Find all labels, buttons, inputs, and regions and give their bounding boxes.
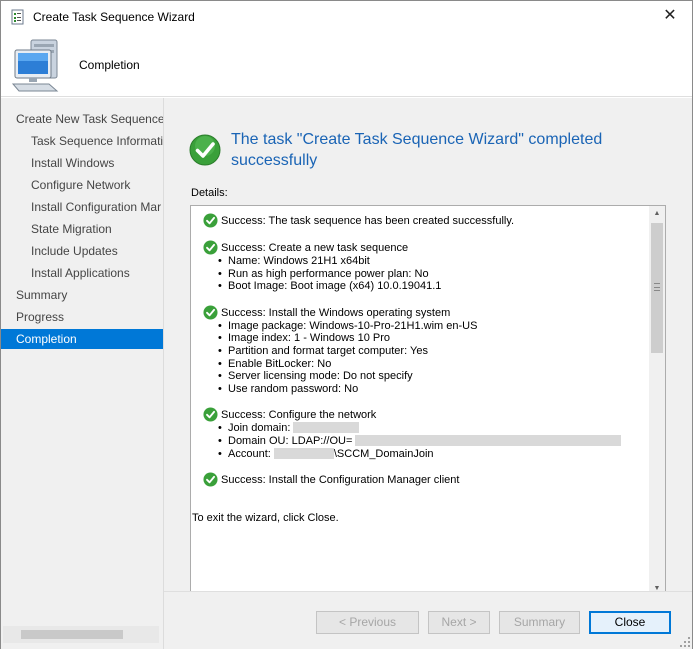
computer-icon bbox=[11, 39, 59, 92]
success-check-icon bbox=[203, 407, 218, 422]
page-title: Completion bbox=[79, 58, 140, 72]
success-check-icon bbox=[203, 305, 218, 320]
scroll-up-arrow-icon[interactable]: ▲ bbox=[649, 206, 665, 222]
next-button[interactable]: Next > bbox=[428, 611, 490, 634]
nav-item-completion[interactable]: Completion bbox=[1, 329, 163, 349]
nav-horizontal-scrollbar[interactable] bbox=[3, 626, 159, 643]
success-check-icon bbox=[203, 240, 218, 255]
wizard-window: Create Task Sequence Wizard ✕ Completion… bbox=[0, 0, 693, 649]
success-text: Success: The task sequence has been crea… bbox=[221, 215, 515, 227]
completion-message: The task "Create Task Sequence Wizard" c… bbox=[231, 131, 603, 169]
account-suffix: \SCCM_DomainJoin bbox=[333, 447, 434, 460]
detail-bullet: Image package: Windows-10-Pro-21H1.wim e… bbox=[201, 320, 641, 333]
details-block: Success: Create a new task sequence Name… bbox=[201, 240, 641, 293]
main-panel: The task "Create Task Sequence Wizard" c… bbox=[164, 98, 692, 598]
detail-bullet: Enable BitLocker: No bbox=[201, 358, 641, 371]
success-check-icon bbox=[189, 134, 221, 166]
detail-bullet: Partition and format target computer: Ye… bbox=[201, 345, 641, 358]
join-domain-label: Join domain: bbox=[228, 422, 291, 435]
wizard-nav: Create New Task Sequence Task Sequence I… bbox=[1, 98, 164, 649]
detail-bullet: Server licensing mode: Do not specify bbox=[201, 370, 641, 383]
nav-item-task-sequence-information[interactable]: Task Sequence Informati bbox=[1, 131, 163, 151]
nav-item-include-updates[interactable]: Include Updates bbox=[1, 241, 163, 261]
detail-bullet: Account: \SCCM_DomainJoin bbox=[201, 447, 641, 461]
details-block: Success: Install the Windows operating s… bbox=[201, 305, 641, 396]
success-text: Success: Create a new task sequence bbox=[221, 242, 409, 254]
details-block: Success: The task sequence has been crea… bbox=[201, 213, 641, 228]
title-bar[interactable]: Create Task Sequence Wizard ✕ bbox=[1, 1, 692, 32]
nav-item-install-windows[interactable]: Install Windows bbox=[1, 153, 163, 173]
nav-item-summary[interactable]: Summary bbox=[1, 285, 163, 305]
account-label: Account: bbox=[228, 447, 271, 460]
success-text: Success: Install the Configuration Manag… bbox=[221, 474, 460, 487]
detail-bullet: Join domain: bbox=[201, 422, 641, 435]
resize-grip-icon[interactable] bbox=[680, 637, 690, 647]
exit-instruction: To exit the wizard, click Close. bbox=[192, 512, 339, 524]
success-text: Success: Install the Windows operating s… bbox=[221, 306, 451, 319]
nav-item-progress[interactable]: Progress bbox=[1, 307, 163, 327]
success-check-icon bbox=[203, 472, 218, 487]
detail-bullet: Domain OU: LDAP://OU= bbox=[201, 434, 641, 448]
nav-item-install-configuration-manager[interactable]: Install Configuration Mar bbox=[1, 197, 163, 217]
detail-bullet: Boot Image: Boot image (x64) 10.0.19041.… bbox=[201, 280, 641, 293]
redacted-text bbox=[273, 447, 334, 459]
details-textbox[interactable]: Success: The task sequence has been crea… bbox=[190, 205, 666, 598]
redacted-text bbox=[355, 434, 622, 446]
domain-ou-label: Domain OU: LDAP://OU= bbox=[228, 434, 353, 447]
details-block: Success: Configure the network Join doma… bbox=[201, 407, 641, 461]
task-sequence-icon bbox=[11, 9, 24, 25]
wizard-header: Completion bbox=[1, 32, 692, 97]
detail-bullet: Name: Windows 21H1 x64bit bbox=[201, 255, 641, 268]
detail-bullet: Use random password: No bbox=[201, 383, 641, 396]
window-close-button[interactable]: ✕ bbox=[658, 4, 682, 28]
window-title: Create Task Sequence Wizard bbox=[33, 10, 195, 24]
details-label: Details: bbox=[191, 187, 228, 199]
details-block: Success: Install the Configuration Manag… bbox=[201, 472, 641, 487]
nav-item-create-new-task-sequence[interactable]: Create New Task Sequence bbox=[1, 109, 163, 129]
grip-icon bbox=[654, 283, 660, 291]
success-check-icon bbox=[203, 213, 218, 228]
previous-button[interactable]: < Previous bbox=[316, 611, 419, 634]
redacted-text bbox=[293, 422, 360, 434]
nav-item-install-applications[interactable]: Install Applications bbox=[1, 263, 163, 283]
nav-item-state-migration[interactable]: State Migration bbox=[1, 219, 163, 239]
button-bar: < Previous Next > Summary Close bbox=[164, 591, 692, 649]
details-vertical-scrollbar[interactable]: ▲ ▼ bbox=[649, 206, 665, 597]
summary-button[interactable]: Summary bbox=[499, 611, 580, 634]
nav-scrollbar-thumb[interactable] bbox=[21, 630, 123, 639]
success-text: Success: Configure the network bbox=[221, 409, 377, 422]
nav-item-configure-network[interactable]: Configure Network bbox=[1, 175, 163, 195]
detail-bullet: Image index: 1 - Windows 10 Pro bbox=[201, 332, 641, 345]
close-button[interactable]: Close bbox=[589, 611, 671, 634]
detail-bullet: Run as high performance power plan: No bbox=[201, 268, 641, 281]
scrollbar-thumb[interactable] bbox=[651, 223, 663, 353]
